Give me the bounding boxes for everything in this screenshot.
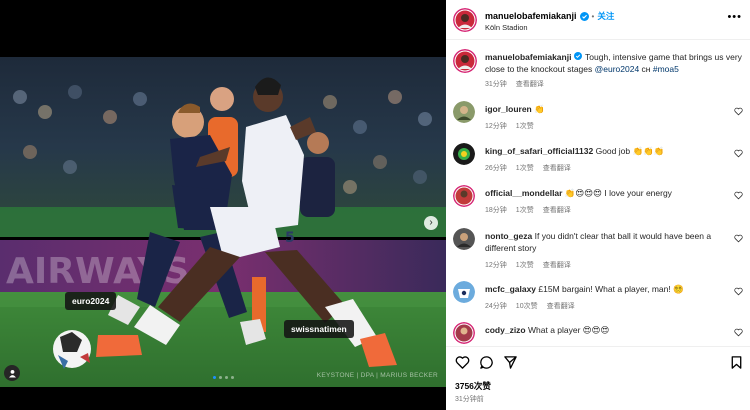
comment-text: £15M bargain! What a player, man! 😵‍💫 — [538, 284, 684, 294]
caption-flag: ᴄʜ — [639, 64, 653, 74]
avatar[interactable] — [453, 228, 475, 250]
comment-like-count[interactable]: 1次赞 — [516, 121, 534, 131]
share-icon[interactable] — [503, 355, 518, 370]
see-translation-button[interactable]: 查看翻译 — [543, 163, 571, 173]
like-count[interactable]: 3756次赞 — [455, 380, 491, 392]
comment-text: What a player 😍😍😍 — [528, 325, 610, 335]
more-options-button[interactable]: ••• — [727, 11, 742, 23]
comment-text: 👏😍😍😍 I love your energy — [564, 188, 672, 198]
caption-text: manuelobafemiakanji Tough, intensive gam… — [485, 51, 743, 75]
photo-tag-euro2024[interactable]: euro2024 — [65, 292, 117, 310]
carousel-dot — [218, 376, 222, 379]
comment-like-count[interactable]: 1次赞 — [516, 260, 534, 270]
photo-credit: KEYSTONE | DPA | MARIUS BECKER — [316, 372, 438, 379]
comment-like-count[interactable]: 1次赞 — [516, 205, 534, 215]
instagram-post-view: AIRWAYS 5 euro2024 swissnatimen › KEYSTO… — [0, 0, 750, 410]
comment-like-count[interactable]: 1次赞 — [516, 163, 534, 173]
heart-icon[interactable] — [734, 328, 743, 337]
avatar[interactable] — [453, 101, 475, 123]
heart-icon[interactable] — [734, 191, 743, 200]
post-location[interactable]: Köln Stadion — [485, 23, 528, 32]
comment-username[interactable]: cody_zizo — [485, 325, 526, 335]
comment-username[interactable]: king_of_safari_official1132 — [485, 146, 593, 156]
follow-button[interactable]: 关注 — [597, 10, 614, 22]
post-timestamp[interactable]: 31分钟前 — [455, 394, 484, 404]
comment-time[interactable]: 26分钟 — [485, 163, 507, 173]
heart-icon[interactable] — [734, 287, 743, 296]
comment-like-count[interactable]: 10次赞 — [516, 301, 538, 311]
comment-time[interactable]: 12分钟 — [485, 260, 507, 270]
comment-text: 👏 — [534, 104, 545, 114]
post-header: manuelobafemiakanji • 关注 Köln Stadion ••… — [446, 0, 750, 40]
post-photo[interactable]: AIRWAYS 5 — [0, 57, 446, 387]
see-translation-button[interactable]: 查看翻译 — [516, 79, 544, 89]
carousel-dot — [230, 376, 234, 379]
verified-badge-icon — [579, 11, 589, 21]
comment-username[interactable]: igor_louren — [485, 104, 532, 114]
avatar[interactable] — [453, 8, 477, 32]
avatar[interactable] — [453, 281, 475, 303]
post-side-panel: manuelobafemiakanji • 关注 Köln Stadion ••… — [446, 0, 750, 410]
avatar[interactable] — [453, 49, 477, 73]
photo-tag-swissnatimen[interactable]: swissnatimen — [284, 320, 354, 338]
comment-time[interactable]: 18分钟 — [485, 205, 507, 215]
heart-icon[interactable] — [734, 234, 743, 243]
caption-time[interactable]: 31分钟 — [485, 79, 507, 89]
comment-username[interactable]: official__mondellar — [485, 188, 562, 198]
heart-icon[interactable] — [734, 107, 743, 116]
next-slide-button[interactable]: › — [424, 216, 438, 230]
bookmark-icon[interactable] — [729, 355, 744, 370]
post-media: AIRWAYS 5 euro2024 swissnatimen › KEYSTO… — [0, 0, 446, 410]
heart-icon[interactable] — [455, 355, 470, 370]
comment-username[interactable]: mcfc_galaxy — [485, 284, 536, 294]
verified-badge-icon — [573, 51, 583, 60]
comment-time[interactable]: 12分钟 — [485, 121, 507, 131]
post-actions-bar: 3756次赞 31分钟前 — [446, 346, 750, 410]
carousel-dot-active — [212, 376, 216, 379]
caption-username[interactable]: manuelobafemiakanji — [485, 52, 571, 62]
caption-mention[interactable]: @euro2024 — [595, 64, 640, 74]
carousel-dot — [224, 376, 228, 379]
avatar[interactable] — [453, 185, 475, 207]
see-translation-button[interactable]: 查看翻译 — [543, 205, 571, 215]
avatar[interactable] — [453, 322, 475, 344]
comment-text: Good job 👏👏👏 — [595, 146, 665, 156]
comment-time[interactable]: 24分钟 — [485, 301, 507, 311]
see-translation-button[interactable]: 查看翻译 — [543, 260, 571, 270]
post-author-username[interactable]: manuelobafemiakanji — [485, 11, 577, 21]
avatar[interactable] — [453, 143, 475, 165]
see-translation-button[interactable]: 查看翻译 — [547, 301, 575, 311]
caption-hashtag[interactable]: #moa5 — [653, 64, 679, 74]
heart-icon[interactable] — [734, 149, 743, 158]
comment-username[interactable]: nonto_geza — [485, 231, 532, 241]
svg-text:5: 5 — [285, 230, 295, 246]
separator-dot: • — [591, 11, 595, 21]
comment-icon[interactable] — [479, 355, 494, 370]
caption-meta: 31分钟 查看翻译 — [485, 79, 544, 89]
